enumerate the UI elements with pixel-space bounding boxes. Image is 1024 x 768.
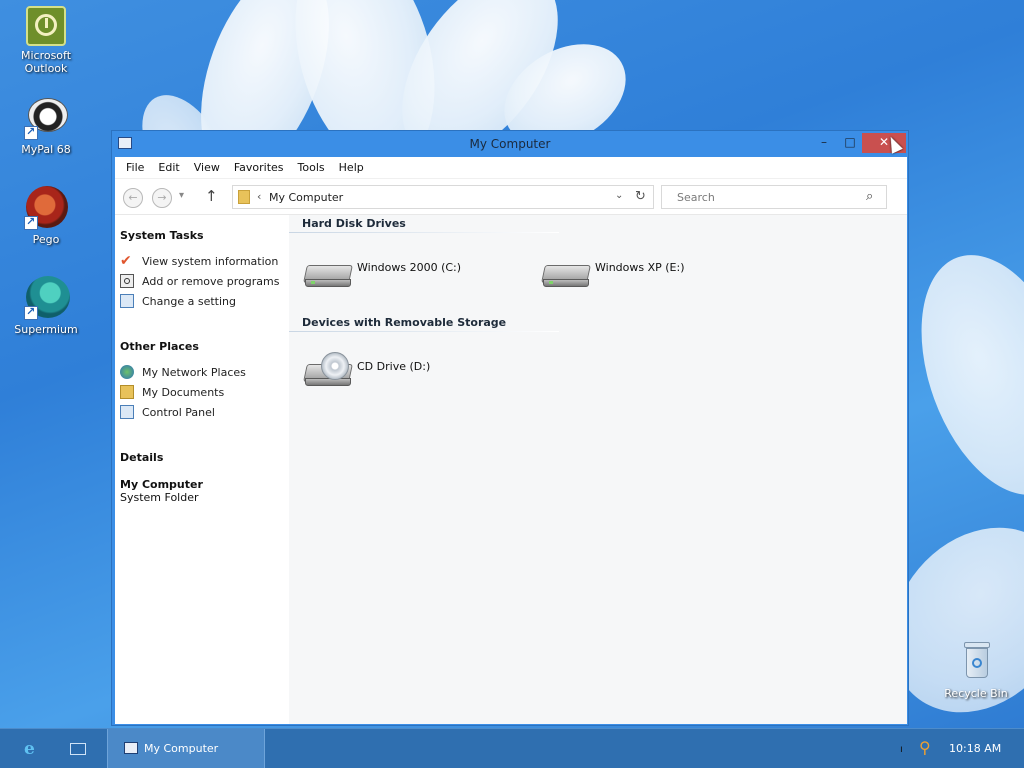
address-dropdown-icon[interactable]: ⌄ xyxy=(615,190,623,201)
breadcrumb-chevron-icon[interactable]: ‹ xyxy=(257,190,261,203)
search-placeholder: Search xyxy=(677,191,715,204)
up-button[interactable]: ↑ xyxy=(205,187,218,205)
place-my-network-places[interactable]: My Network Places xyxy=(120,364,246,380)
shortcut-arrow-icon xyxy=(24,305,38,320)
details-heading: Details xyxy=(120,451,164,464)
task-label: View system information xyxy=(142,254,279,268)
desktop-icon-label: MyPal 68 xyxy=(21,143,71,156)
task-pane: System Tasks ✔ View system information A… xyxy=(115,215,289,724)
menu-favorites[interactable]: Favorites xyxy=(227,161,291,174)
taskbar-button-label: My Computer xyxy=(144,742,219,755)
forward-button[interactable]: → xyxy=(152,188,172,208)
outlook-icon xyxy=(26,6,66,46)
menu-edit[interactable]: Edit xyxy=(151,161,186,174)
hard-drive-icon xyxy=(541,253,591,297)
folder-icon xyxy=(238,190,250,204)
menu-tools[interactable]: Tools xyxy=(291,161,332,174)
window-titlebar[interactable]: My Computer – □ ✕ xyxy=(112,131,908,157)
place-label: Control Panel xyxy=(142,405,215,419)
task-view-system-information[interactable]: ✔ View system information xyxy=(120,253,278,269)
group-heading-hard-disk-drives: Hard Disk Drives xyxy=(302,217,406,230)
window-client-area: File Edit View Favorites Tools Help ← → … xyxy=(115,157,907,724)
group-heading-removable-storage: Devices with Removable Storage xyxy=(302,316,507,329)
drive-item[interactable]: CD Drive (D:) xyxy=(303,352,430,396)
checkmark-icon: ✔ xyxy=(120,253,132,269)
group-divider xyxy=(289,232,559,233)
pego-icon xyxy=(24,186,68,230)
place-my-documents[interactable]: My Documents xyxy=(120,384,224,400)
menu-bar: File Edit View Favorites Tools Help xyxy=(115,157,907,179)
control-panel-icon xyxy=(120,405,134,419)
desktop-icon-supermium[interactable]: Supermium xyxy=(8,276,84,336)
refresh-icon[interactable]: ↻ xyxy=(635,189,646,204)
desktop-icon-label: Pego xyxy=(32,233,60,246)
menu-view[interactable]: View xyxy=(187,161,227,174)
shortcut-arrow-icon xyxy=(24,125,38,140)
wallpaper-petal xyxy=(891,233,1024,517)
desktop-icon-label: Supermium xyxy=(14,323,78,336)
cd-drive-icon xyxy=(303,352,353,396)
drive-label: CD Drive (D:) xyxy=(357,360,431,373)
desktop-icon-pego[interactable]: Pego xyxy=(8,186,84,246)
drive-item[interactable]: Windows 2000 (C:) xyxy=(303,253,461,297)
place-label: My Network Places xyxy=(142,365,246,379)
shortcut-arrow-icon xyxy=(24,215,38,230)
task-label: Add or remove programs xyxy=(142,274,280,288)
mypal-icon xyxy=(24,96,68,140)
group-divider xyxy=(289,331,559,332)
recent-locations-dropdown[interactable]: ▾ xyxy=(179,190,184,201)
drive-label: Windows 2000 (C:) xyxy=(357,261,462,274)
desktop-icon-outlook[interactable]: Microsoft Outlook xyxy=(8,6,84,75)
desktop-icon-recycle-bin[interactable]: Recycle Bin xyxy=(938,640,1014,700)
window-title: My Computer xyxy=(469,137,551,151)
place-control-panel[interactable]: Control Panel xyxy=(120,404,215,420)
network-globe-icon xyxy=(120,365,134,379)
details-item-name: My Computer xyxy=(120,478,203,491)
tray-search-icon[interactable]: ⚲ xyxy=(919,738,931,757)
hard-drive-icon xyxy=(303,253,353,297)
show-desktop-icon[interactable] xyxy=(70,743,86,755)
documents-folder-icon xyxy=(120,385,134,399)
search-icon[interactable]: ⌕ xyxy=(866,189,873,204)
search-input[interactable]: Search ⌕ xyxy=(661,185,887,209)
place-label: My Documents xyxy=(142,385,225,399)
computer-icon xyxy=(124,742,138,754)
address-bar[interactable]: ‹ My Computer ⌄ ↻ xyxy=(232,185,654,209)
desktop-icon-mypal[interactable]: MyPal 68 xyxy=(8,96,84,156)
programs-icon xyxy=(120,274,134,288)
menu-help[interactable]: Help xyxy=(332,161,371,174)
desktop-icon-label: Recycle Bin xyxy=(944,687,1008,700)
recycle-bin-icon xyxy=(954,640,998,684)
task-change-a-setting[interactable]: Change a setting xyxy=(120,293,236,309)
tray-notification-icon[interactable]: ı xyxy=(900,744,903,755)
internet-explorer-icon[interactable]: e xyxy=(24,739,35,759)
clock[interactable]: 10:18 AM xyxy=(949,742,1001,755)
arrow-right-icon: → xyxy=(157,191,167,204)
drive-item[interactable]: Windows XP (E:) xyxy=(541,253,685,297)
task-add-remove-programs[interactable]: Add or remove programs xyxy=(120,273,280,289)
navigation-bar: ← → ▾ ↑ ‹ My Computer ⌄ ↻ Search ⌕ xyxy=(115,179,907,215)
control-panel-icon xyxy=(120,294,134,308)
breadcrumb[interactable]: My Computer xyxy=(269,191,343,204)
maximize-button[interactable]: □ xyxy=(838,133,862,153)
task-label: Change a setting xyxy=(142,294,236,308)
my-computer-window: My Computer – □ ✕ File Edit View Favorit… xyxy=(111,130,909,726)
details-item-type: System Folder xyxy=(120,491,199,504)
file-view: Hard Disk Drives Windows 2000 (C:) Windo… xyxy=(289,215,907,724)
desktop-icon-label: Microsoft Outlook xyxy=(20,49,72,75)
taskbar-button-my-computer[interactable]: My Computer xyxy=(107,729,265,768)
back-button[interactable]: ← xyxy=(123,188,143,208)
taskbar: e My Computer ı ⚲ 10:18 AM xyxy=(0,728,1024,768)
other-places-heading: Other Places xyxy=(120,340,199,353)
minimize-button[interactable]: – xyxy=(812,133,836,153)
supermium-icon xyxy=(24,276,70,320)
menu-file[interactable]: File xyxy=(119,161,151,174)
arrow-left-icon: ← xyxy=(128,191,138,204)
drive-label: Windows XP (E:) xyxy=(595,261,685,274)
system-tasks-heading: System Tasks xyxy=(120,229,204,242)
